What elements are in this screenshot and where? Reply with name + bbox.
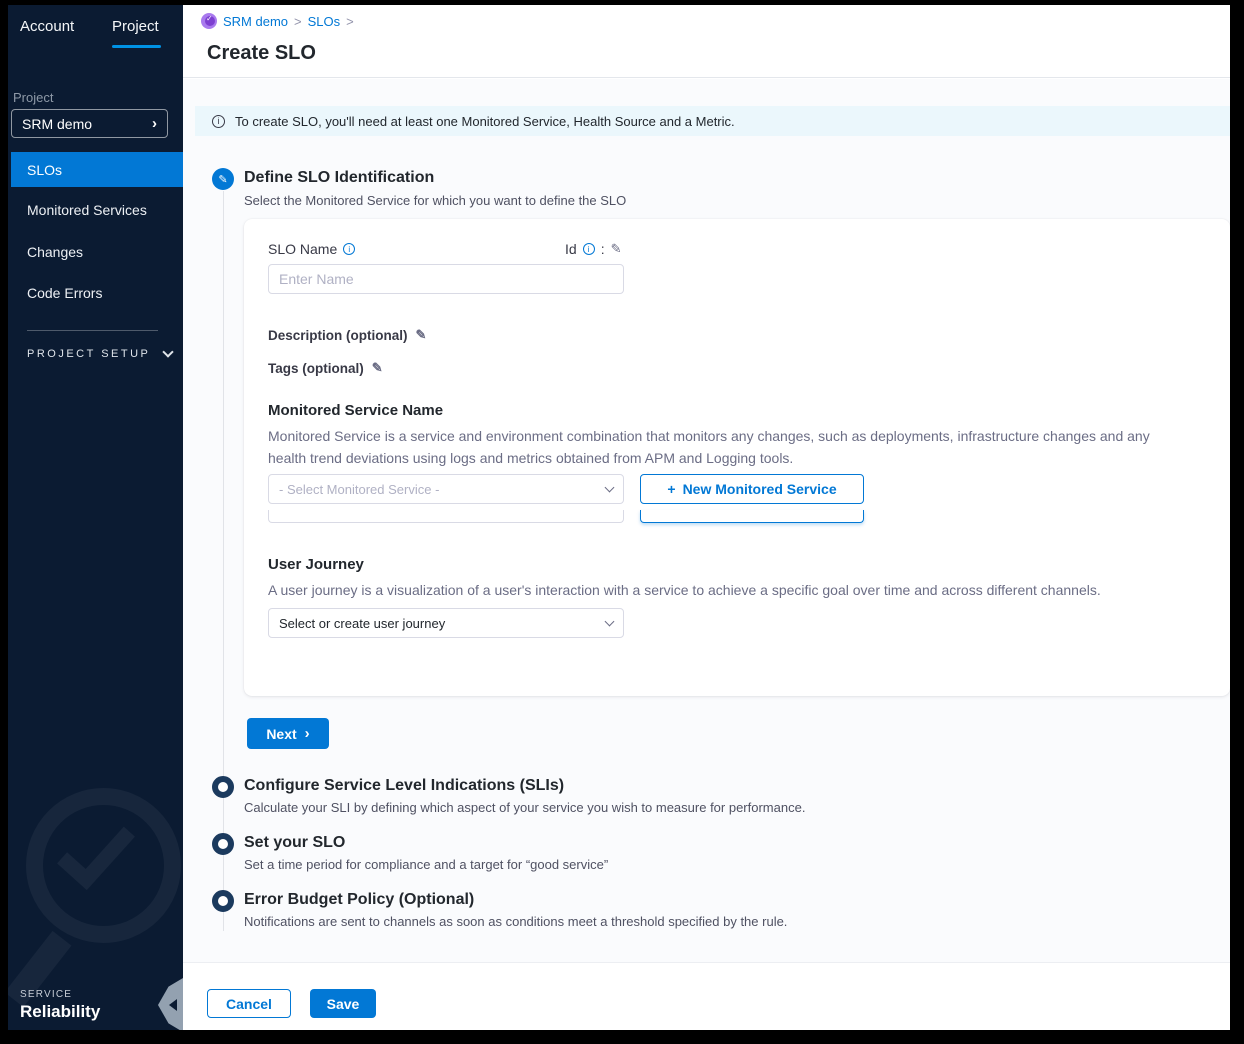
cancel-button[interactable]: Cancel <box>207 989 291 1018</box>
step2-indicator[interactable] <box>212 776 234 798</box>
monitored-service-select-shadow <box>268 510 624 523</box>
step2-title[interactable]: Configure Service Level Indications (SLI… <box>244 777 564 795</box>
tab-project[interactable]: Project <box>112 18 159 35</box>
plus-icon: + <box>667 481 675 497</box>
monitored-service-select[interactable]: - Select Monitored Service - <box>268 474 624 504</box>
user-journey-select-value: Select or create user journey <box>279 616 445 631</box>
sidebar-item-changes[interactable]: Changes <box>27 244 83 260</box>
description-label: Description (optional) <box>268 328 408 343</box>
monitored-service-description: Monitored Service is a service and envir… <box>268 426 1176 469</box>
breadcrumb-separator: > <box>346 14 354 29</box>
next-button-label: Next <box>266 726 296 742</box>
edit-id-pencil-icon[interactable]: ✎ <box>611 241 622 257</box>
srm-module-icon <box>201 13 217 29</box>
wizard-rail-line <box>223 191 224 931</box>
save-button[interactable]: Save <box>310 989 376 1018</box>
edit-tags-pencil-icon[interactable]: ✎ <box>372 360 383 376</box>
step4-title[interactable]: Error Budget Policy (Optional) <box>244 891 474 909</box>
step1-indicator[interactable]: ✎ <box>212 168 234 190</box>
new-monitored-service-button[interactable]: + New Monitored Service <box>640 474 864 504</box>
info-icon[interactable]: i <box>343 243 355 255</box>
slo-name-label: SLO Name <box>268 241 337 257</box>
chevron-right-icon: › <box>152 115 157 132</box>
step1-title: Define SLO Identification <box>244 169 434 187</box>
project-selector-value: SRM demo <box>22 116 92 132</box>
step4-subtitle: Notifications are sent to channels as so… <box>244 914 787 929</box>
user-journey-title: User Journey <box>268 556 364 573</box>
tags-label: Tags (optional) <box>268 361 364 376</box>
tags-row[interactable]: Tags (optional) ✎ <box>268 360 383 376</box>
step3-subtitle: Set a time period for compliance and a t… <box>244 857 608 872</box>
chevron-right-icon: › <box>305 725 310 742</box>
sidebar-item-label: SLOs <box>27 162 62 178</box>
main-area: SRM demo > SLOs > Create SLO i To create… <box>183 5 1230 1030</box>
tab-project-underline <box>112 45 161 48</box>
monitored-service-select-placeholder: - Select Monitored Service - <box>279 482 439 497</box>
info-icon: i <box>212 115 225 128</box>
step2-subtitle: Calculate your SLI by defining which asp… <box>244 800 805 815</box>
project-setup-label: PROJECT SETUP <box>27 348 150 360</box>
monitored-service-title: Monitored Service Name <box>268 402 443 419</box>
slo-identification-card: SLO Name i Id i : ✎ Description (optiona… <box>244 219 1230 696</box>
collapse-left-arrow-icon <box>169 999 177 1011</box>
sidebar-item-slos[interactable]: SLOs <box>11 152 183 187</box>
slo-name-input[interactable] <box>268 264 624 294</box>
chevron-down-icon <box>605 483 615 493</box>
info-banner-text: To create SLO, you'll need at least one … <box>235 114 735 129</box>
sidebar-item-monitored-services[interactable]: Monitored Services <box>27 202 147 218</box>
breadcrumb: SRM demo > SLOs > <box>201 13 354 29</box>
user-journey-description: A user journey is a visualization of a u… <box>268 580 1176 602</box>
footer-bar: Cancel Save <box>183 962 1230 1030</box>
module-brand-kicker: SERVICE <box>20 989 72 1000</box>
user-journey-select[interactable]: Select or create user journey <box>268 608 624 638</box>
project-selector[interactable]: SRM demo › <box>11 109 168 138</box>
id-label: Id <box>565 241 577 257</box>
info-banner: i To create SLO, you'll need at least on… <box>195 106 1230 136</box>
id-label-row: Id i : ✎ <box>565 241 621 257</box>
module-brand-name: Reliability <box>20 1002 100 1022</box>
app-window: Account Project Project SRM demo › SLOs … <box>8 5 1230 1030</box>
chevron-down-icon <box>605 617 615 627</box>
step4-indicator[interactable] <box>212 890 234 912</box>
breadcrumb-separator: > <box>294 14 302 29</box>
step3-indicator[interactable] <box>212 833 234 855</box>
page-content: i To create SLO, you'll need at least on… <box>183 79 1230 962</box>
description-row[interactable]: Description (optional) ✎ <box>268 327 426 343</box>
step3-title[interactable]: Set your SLO <box>244 834 345 852</box>
page-header: SRM demo > SLOs > Create SLO <box>183 5 1230 78</box>
pencil-icon: ✎ <box>218 173 227 186</box>
new-monitored-service-button-shadow <box>640 510 864 523</box>
project-scope-label: Project <box>13 90 53 105</box>
project-setup-toggle[interactable]: PROJECT SETUP <box>27 348 172 360</box>
info-icon[interactable]: i <box>583 243 595 255</box>
slo-name-label-row: SLO Name i <box>268 241 355 257</box>
new-monitored-service-label: New Monitored Service <box>683 481 837 497</box>
chevron-down-icon <box>163 346 174 357</box>
id-colon: : <box>601 241 605 257</box>
breadcrumb-link-slos[interactable]: SLOs <box>308 14 341 29</box>
page-title: Create SLO <box>207 42 316 65</box>
breadcrumb-link-project[interactable]: SRM demo <box>223 14 288 29</box>
edit-description-pencil-icon[interactable]: ✎ <box>416 327 427 343</box>
sidebar-item-code-errors[interactable]: Code Errors <box>27 285 102 301</box>
tab-account[interactable]: Account <box>20 18 74 35</box>
step1-subtitle: Select the Monitored Service for which y… <box>244 193 626 208</box>
sidebar-divider <box>27 330 158 331</box>
sidebar: Account Project Project SRM demo › SLOs … <box>8 5 183 1030</box>
next-button[interactable]: Next › <box>247 718 329 749</box>
